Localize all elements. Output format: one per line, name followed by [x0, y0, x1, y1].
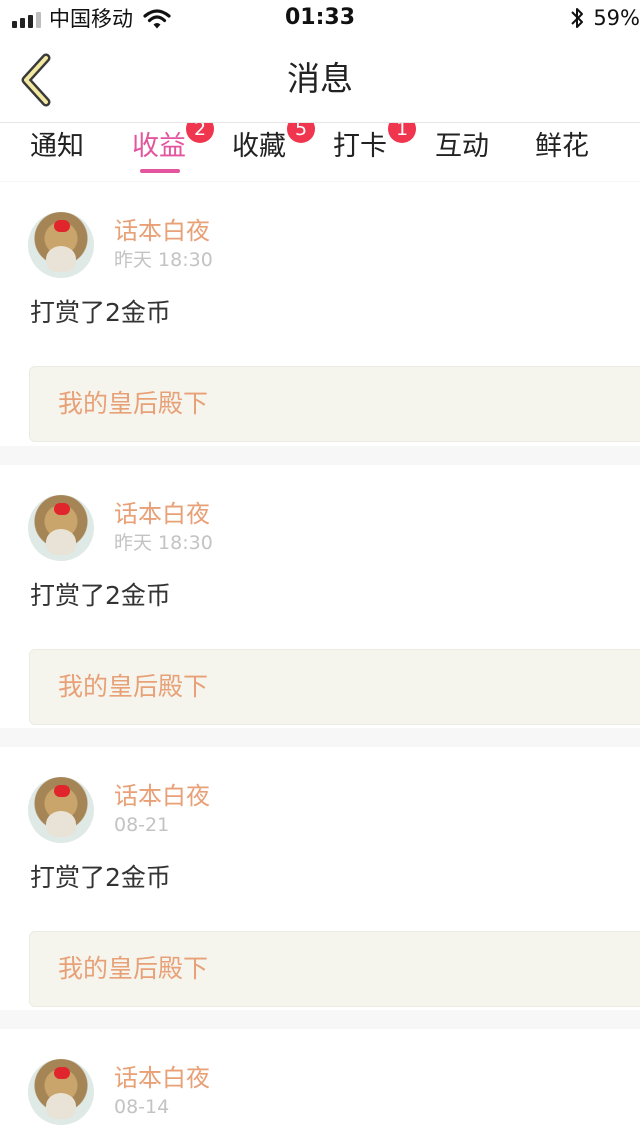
- book-reference[interactable]: 我的皇后殿下: [29, 366, 640, 442]
- avatar[interactable]: [28, 495, 94, 561]
- username[interactable]: 话本白夜: [114, 499, 210, 529]
- tab-earnings-badge: 2: [186, 123, 215, 143]
- bluetooth-icon: [571, 8, 584, 28]
- message-card[interactable]: 话本白夜 昨天 18:30 打赏了2金币 我的皇后殿下: [0, 465, 640, 728]
- book-title: 我的皇后殿下: [58, 389, 209, 418]
- book-title: 我的皇后殿下: [58, 954, 209, 983]
- username[interactable]: 话本白夜: [114, 781, 210, 811]
- message-text: 打赏了2金币: [30, 298, 171, 327]
- tab-notice[interactable]: 通知: [30, 129, 84, 165]
- message-card[interactable]: 话本白夜 08-21 打赏了2金币 我的皇后殿下: [0, 747, 640, 1010]
- tab-earnings[interactable]: 收益: [132, 129, 186, 165]
- book-reference[interactable]: 我的皇后殿下: [29, 649, 640, 725]
- status-time: 01:33: [284, 5, 356, 30]
- message-text: 打赏了2金币: [30, 581, 171, 610]
- tab-bar: 通知 收益 2 收藏 5 打卡 1 互动 鲜花: [0, 123, 640, 181]
- tab-checkin[interactable]: 打卡: [333, 129, 387, 165]
- nav-bar: 消息: [0, 38, 640, 123]
- username[interactable]: 话本白夜: [114, 1063, 210, 1093]
- message-card[interactable]: 话本白夜 08-14: [0, 1029, 640, 1139]
- tab-checkin-badge: 1: [388, 123, 417, 143]
- username[interactable]: 话本白夜: [114, 216, 210, 246]
- book-title: 我的皇后殿下: [58, 672, 209, 701]
- page-title: 消息: [287, 59, 353, 98]
- message-time: 08-14: [114, 1096, 170, 1118]
- message-card[interactable]: 话本白夜 昨天 18:30 打赏了2金币 我的皇后殿下: [0, 182, 640, 446]
- tab-favorites-badge: 5: [287, 123, 316, 143]
- avatar[interactable]: [28, 212, 94, 278]
- tab-favorites[interactable]: 收藏: [232, 129, 286, 165]
- message-text: 打赏了2金币: [30, 863, 171, 892]
- avatar[interactable]: [28, 1059, 94, 1125]
- message-time: 昨天 18:30: [114, 532, 213, 554]
- battery-level: 59%: [593, 6, 640, 30]
- message-time: 08-21: [114, 814, 170, 836]
- status-bar: 中国移动 01:33 59%: [0, 0, 640, 38]
- active-tab-indicator: [140, 169, 180, 173]
- status-right: 59%: [569, 5, 640, 31]
- book-reference[interactable]: 我的皇后殿下: [29, 931, 640, 1007]
- tab-interaction[interactable]: 互动: [435, 129, 489, 165]
- tab-flowers[interactable]: 鲜花: [535, 129, 589, 165]
- message-time: 昨天 18:30: [114, 249, 213, 271]
- avatar[interactable]: [28, 777, 94, 843]
